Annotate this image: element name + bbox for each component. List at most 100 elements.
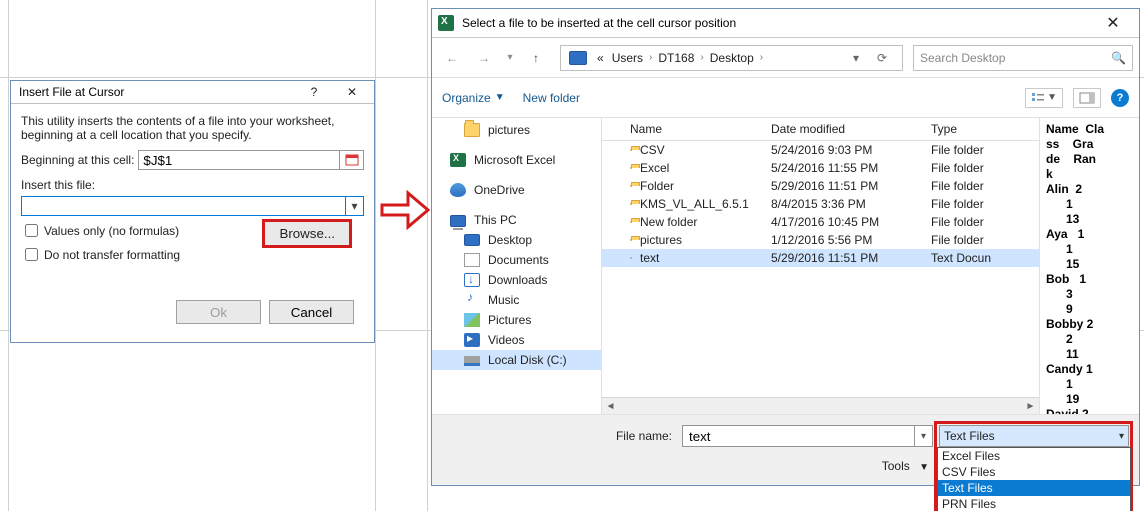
crumb-prefix[interactable]: « — [593, 51, 608, 65]
file-list[interactable]: Name Date modified Type CSV5/24/2016 9:0… — [602, 118, 1039, 414]
toolbar: Organize ▼ New folder ▼ ? — [432, 78, 1139, 118]
close-icon[interactable]: ✕ — [1093, 13, 1133, 33]
filter-option[interactable]: Text Files — [938, 480, 1130, 496]
folder-icon — [630, 239, 632, 241]
nav-item-videos[interactable]: Videos — [432, 330, 601, 350]
file-type-dropdown[interactable]: Excel FilesCSV FilesText FilesPRN Files — [937, 447, 1131, 511]
nav-item-music[interactable]: Music — [432, 290, 601, 310]
nav-item-pictures2[interactable]: Pictures — [432, 310, 601, 330]
nav-forward-icon[interactable]: → — [470, 44, 498, 72]
nav-back-icon[interactable]: ← — [438, 44, 466, 72]
address-bar: ← → ▾ ↑ « Users › DT168 › Desktop › ▾ ⟳ … — [432, 38, 1139, 78]
file-row[interactable]: text5/29/2016 11:51 PMText Docun — [602, 249, 1039, 267]
nav-item-localdisk[interactable]: Local Disk (C:) — [432, 350, 601, 370]
file-name: Excel — [640, 161, 771, 175]
insert-file-input[interactable] — [22, 197, 345, 215]
new-folder-button[interactable]: New folder — [523, 91, 580, 105]
filter-option[interactable]: Excel Files — [938, 448, 1130, 464]
videos-icon — [464, 333, 480, 347]
pc-icon — [450, 215, 466, 227]
help-icon[interactable]: ? — [1111, 89, 1129, 107]
values-only-checkbox[interactable] — [25, 224, 38, 237]
file-date: 4/17/2016 10:45 PM — [771, 215, 931, 229]
file-date: 5/24/2016 11:55 PM — [771, 161, 931, 175]
chevron-down-icon: ▼ — [495, 92, 505, 103]
nav-recent-icon[interactable]: ▾ — [502, 44, 518, 72]
file-type: File folder — [931, 179, 1031, 193]
search-icon: 🔍 — [1111, 51, 1126, 65]
drive-icon — [569, 51, 587, 65]
close-icon[interactable]: ✕ — [338, 85, 366, 99]
nav-item-excel[interactable]: Microsoft Excel — [432, 150, 601, 170]
column-name[interactable]: Name — [610, 122, 771, 136]
no-transfer-formatting-checkbox[interactable] — [25, 248, 38, 261]
crumb-user[interactable]: DT168 — [654, 51, 698, 65]
column-type[interactable]: Type — [931, 122, 1031, 136]
no-transfer-formatting-label: Do not transfer formatting — [44, 248, 180, 262]
beginning-cell-input[interactable] — [138, 150, 340, 170]
textfile-icon — [630, 257, 632, 259]
file-name-input[interactable] — [683, 426, 914, 446]
file-row[interactable]: Excel5/24/2016 11:55 PMFile folder — [602, 159, 1039, 177]
horizontal-scrollbar[interactable]: ◄ ► — [602, 397, 1039, 414]
file-name: text — [640, 251, 771, 265]
chevron-down-icon: ▼ — [919, 462, 929, 473]
file-name: KMS_VL_ALL_6.5.1 — [640, 197, 771, 211]
chevron-down-icon[interactable]: ▾ — [914, 426, 932, 446]
chevron-right-icon[interactable]: › — [647, 52, 654, 63]
browse-button[interactable]: Browse... — [262, 219, 352, 248]
file-date: 1/12/2016 5:56 PM — [771, 233, 931, 247]
insert-file-combo[interactable]: ▾ — [21, 196, 364, 216]
scroll-left-icon[interactable]: ◄ — [602, 398, 619, 415]
chevron-down-icon: ▾ — [1119, 431, 1124, 442]
navigation-pane[interactable]: pictures Microsoft Excel OneDrive This P… — [432, 118, 602, 414]
cancel-button[interactable]: Cancel — [269, 300, 354, 324]
nav-item-this-pc[interactable]: This PC — [432, 210, 601, 230]
search-placeholder: Search Desktop — [920, 51, 1005, 65]
ok-button[interactable]: Ok — [176, 300, 261, 324]
filter-option[interactable]: CSV Files — [938, 464, 1130, 480]
nav-item-documents[interactable]: Documents — [432, 250, 601, 270]
reference-picker-icon[interactable] — [340, 150, 364, 170]
scroll-right-icon[interactable]: ► — [1022, 398, 1039, 415]
crumb-desktop[interactable]: Desktop — [706, 51, 758, 65]
excel-icon — [438, 15, 454, 31]
file-row[interactable]: pictures1/12/2016 5:56 PMFile folder — [602, 231, 1039, 249]
preview-pane-button[interactable] — [1073, 88, 1101, 108]
chevron-down-icon[interactable]: ▾ — [345, 197, 363, 215]
file-row[interactable]: Folder5/29/2016 11:51 PMFile folder — [602, 177, 1039, 195]
file-row[interactable]: CSV5/24/2016 9:03 PMFile folder — [602, 141, 1039, 159]
file-name-combo[interactable]: ▾ — [682, 425, 933, 447]
content-area: pictures Microsoft Excel OneDrive This P… — [432, 118, 1139, 414]
file-row[interactable]: KMS_VL_ALL_6.5.18/4/2015 3:36 PMFile fol… — [602, 195, 1039, 213]
insert-file-label: Insert this file: — [21, 178, 364, 192]
column-date[interactable]: Date modified — [771, 122, 931, 136]
chevron-right-icon[interactable]: › — [758, 52, 765, 63]
refresh-icon[interactable]: ⟳ — [870, 47, 894, 69]
file-type-filter[interactable]: Text Files ▾ — [939, 425, 1129, 447]
view-options-button[interactable]: ▼ — [1025, 88, 1063, 108]
file-name: Folder — [640, 179, 771, 193]
breadcrumb[interactable]: « Users › DT168 › Desktop › ▾ ⟳ — [560, 45, 903, 71]
filter-option[interactable]: PRN Files — [938, 496, 1130, 511]
file-row[interactable]: New folder4/17/2016 10:45 PMFile folder — [602, 213, 1039, 231]
folder-icon — [630, 167, 632, 169]
organize-menu[interactable]: Organize ▼ — [442, 91, 505, 105]
desktop-icon — [464, 234, 480, 246]
preview-pane: Name Cla ss Gra de Ran k Alin 2 1 13 Aya… — [1039, 118, 1139, 414]
nav-up-icon[interactable]: ↑ — [522, 44, 550, 72]
crumb-users[interactable]: Users — [608, 51, 647, 65]
nav-item-onedrive[interactable]: OneDrive — [432, 180, 601, 200]
file-name-label: File name: — [602, 429, 672, 443]
description-text: This utility inserts the contents of a f… — [21, 114, 364, 142]
nav-item-desktop[interactable]: Desktop — [432, 230, 601, 250]
nav-item-pictures[interactable]: pictures — [432, 120, 601, 140]
chevron-right-icon[interactable]: › — [698, 52, 705, 63]
nav-item-downloads[interactable]: Downloads — [432, 270, 601, 290]
help-icon[interactable]: ? — [300, 85, 328, 99]
tools-menu[interactable]: Tools ▼ — [882, 459, 929, 473]
folder-icon — [630, 203, 632, 205]
address-dropdown-icon[interactable]: ▾ — [844, 47, 868, 69]
search-input[interactable]: Search Desktop 🔍 — [913, 45, 1133, 71]
folder-icon — [464, 123, 480, 137]
